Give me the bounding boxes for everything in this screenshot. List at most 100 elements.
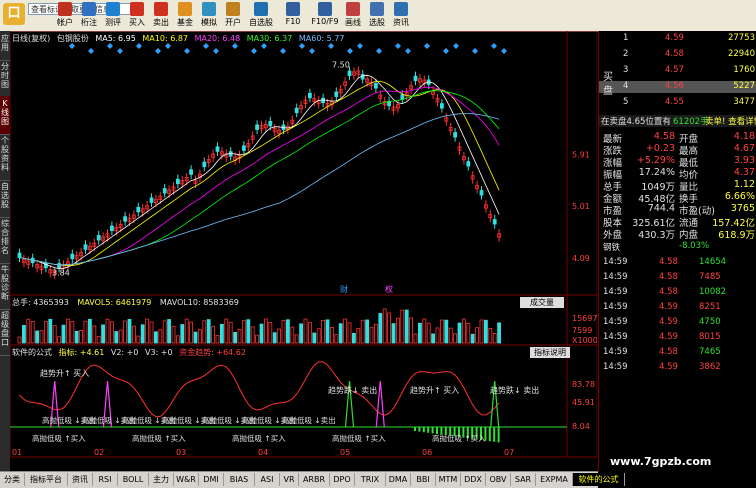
buy-signal-label: 高抛低吸 ↑买入 <box>332 433 386 443</box>
kline-chart-area[interactable]: 日线(复权) 包钢股份 MA5: 6.95 MA10: 6.87 MA20: 6… <box>10 31 597 461</box>
candle <box>307 92 312 99</box>
volume-bar <box>497 322 502 344</box>
toolbar-button-label: F10/F9 <box>311 17 339 26</box>
toolbar-button-9[interactable]: F10 <box>278 1 308 30</box>
volume-bar <box>316 328 321 344</box>
toolbar-button-3[interactable]: 买入 <box>126 1 148 30</box>
volume-bar <box>96 335 101 344</box>
indicator-tab-8[interactable]: BIAS <box>224 473 255 486</box>
volume-bar <box>461 318 466 344</box>
tick-price: 4.58 <box>659 347 678 357</box>
indicator-tab-16[interactable]: MTM <box>436 473 461 486</box>
indicator-tab-12[interactable]: DPO <box>330 473 355 486</box>
left-tab-3[interactable]: 个股资料 <box>0 133 10 181</box>
volume-bar <box>483 319 488 344</box>
toolbar-button-12[interactable]: 选股 <box>366 1 388 30</box>
signal-diamond <box>347 48 353 54</box>
toolbar-button-11[interactable]: 画线 <box>342 1 364 30</box>
indicator-axis-label: 45.91 <box>572 398 595 407</box>
volume-bar <box>44 320 48 344</box>
stat-value: 17.24% <box>638 167 675 178</box>
left-tab-5[interactable]: 综合排名 <box>0 216 10 264</box>
indicator-tab-19[interactable]: SAR <box>511 473 536 486</box>
volume-bar <box>162 320 167 344</box>
indicator-tab-3[interactable]: RSI <box>93 473 118 486</box>
toolbar-button-0[interactable]: 帐户 <box>54 1 76 30</box>
candle <box>492 219 497 225</box>
indicator-tab-20[interactable]: EXPMA <box>536 473 573 486</box>
toolbar-button-7[interactable]: 开户 <box>222 1 244 30</box>
volume-axis-label: 15697 <box>572 314 597 323</box>
indicator-tab-17[interactable]: DDX <box>461 473 486 486</box>
candle <box>202 161 207 168</box>
tick-row: 14:59 4.59 3862 <box>599 362 756 374</box>
indicator-tab-0[interactable]: 分类 <box>0 473 25 486</box>
indicator-value: 指标: +4.61 <box>58 348 105 357</box>
order-level: 1 <box>623 33 629 43</box>
volume-axis-label: 7599 <box>572 326 592 335</box>
left-tab-7[interactable]: 超级盘口 <box>0 308 10 356</box>
toolbar-button-13[interactable]: 资讯 <box>390 1 412 30</box>
date-axis-label: 05 <box>340 448 350 457</box>
indicator-tab-18[interactable]: OBV <box>486 473 511 486</box>
indicator-v2: V2: +0 <box>110 348 139 357</box>
indicator-tab-11[interactable]: ARBR <box>299 473 330 486</box>
indicator-tab-2[interactable]: 资讯 <box>68 473 93 486</box>
order-level: 3 <box>623 65 629 75</box>
toolbar-button-4[interactable]: 卖出 <box>150 1 172 30</box>
volume-selector-button[interactable]: 成交量 <box>520 297 564 308</box>
indicator-tab-9[interactable]: ASI <box>255 473 280 486</box>
toolbar-button-2[interactable]: 测评 <box>102 1 124 30</box>
toolbar-icon-0 <box>58 2 72 16</box>
order-level: 5 <box>623 97 629 107</box>
toolbar-button-1[interactable]: 桁注 <box>78 1 100 30</box>
volume-bar <box>391 323 396 344</box>
candle <box>70 253 75 260</box>
indicator-tab-1[interactable]: 指标平台 <box>25 473 68 486</box>
stat-value2: 1.12 <box>733 179 755 190</box>
indicator-help-button[interactable]: 指标说明 <box>530 347 570 358</box>
toolbar-button-5[interactable]: 基金 <box>174 1 196 30</box>
indicator-tab-14[interactable]: DMA <box>386 473 411 486</box>
tick-row: 14:59 4.58 7465 <box>599 347 756 359</box>
indicator-tab-5[interactable]: 主力 <box>149 473 174 486</box>
toolbar-button-10[interactable]: F10/F9 <box>310 1 340 30</box>
volume-bar <box>325 319 330 344</box>
mavol10-label: MAVOL10: 8583369 <box>159 298 239 307</box>
signal-diamond <box>155 48 161 54</box>
stat-row: 总手 1049万 量比 1.12 <box>599 179 756 193</box>
low-price-label: 3.84 <box>52 268 70 277</box>
indicator-tab-4[interactable]: BOLL <box>118 473 149 486</box>
indicator-tab-7[interactable]: DMI <box>199 473 224 486</box>
signal-diamond <box>395 43 401 49</box>
indicator-tab-6[interactable]: W&R <box>174 473 199 486</box>
toolbar-button-6[interactable]: 模拟 <box>198 1 220 30</box>
trend-signal-label: 趋势跌↓ 卖出 <box>490 385 539 395</box>
volume-bar <box>373 323 378 344</box>
candle <box>479 190 484 196</box>
stat-key2: 内盘 <box>679 230 699 241</box>
volume-bar <box>180 324 185 344</box>
tick-time: 14:59 <box>603 347 628 357</box>
toolbar-icon-12 <box>370 2 384 16</box>
stat-row: 振幅 17.24% 均价 4.37 <box>599 167 756 181</box>
order-book-row: 5 4.55 3477 <box>599 97 756 109</box>
toolbar-button-8[interactable]: 自选股 <box>246 1 276 30</box>
left-tab-2[interactable]: K线图 <box>0 96 10 135</box>
order-price: 4.57 <box>665 65 684 75</box>
left-tab-1[interactable]: 分时图 <box>0 59 10 98</box>
volume-bar <box>470 333 475 344</box>
indicator-tab-15[interactable]: BBI <box>411 473 436 486</box>
order-volume: 27753 <box>727 33 755 43</box>
left-tab-4[interactable]: 自选股 <box>0 179 10 218</box>
left-tab-6[interactable]: 牛股诊断 <box>0 262 10 310</box>
signal-diamond <box>203 43 209 49</box>
summary-bar[interactable]: 在卖盘4.65位置有61202手卖单! 查看详情 <box>599 115 756 127</box>
volume-bar <box>83 320 88 344</box>
indicator-tab-21[interactable]: 软件的公式 <box>573 473 625 486</box>
indicator-tab-10[interactable]: VR <box>280 473 299 486</box>
watermark: www.7gpzb.com <box>610 455 712 468</box>
indicator-tab-13[interactable]: TRIX <box>355 473 386 486</box>
candle <box>294 107 299 114</box>
left-tab-0[interactable]: 应用 <box>0 31 10 61</box>
